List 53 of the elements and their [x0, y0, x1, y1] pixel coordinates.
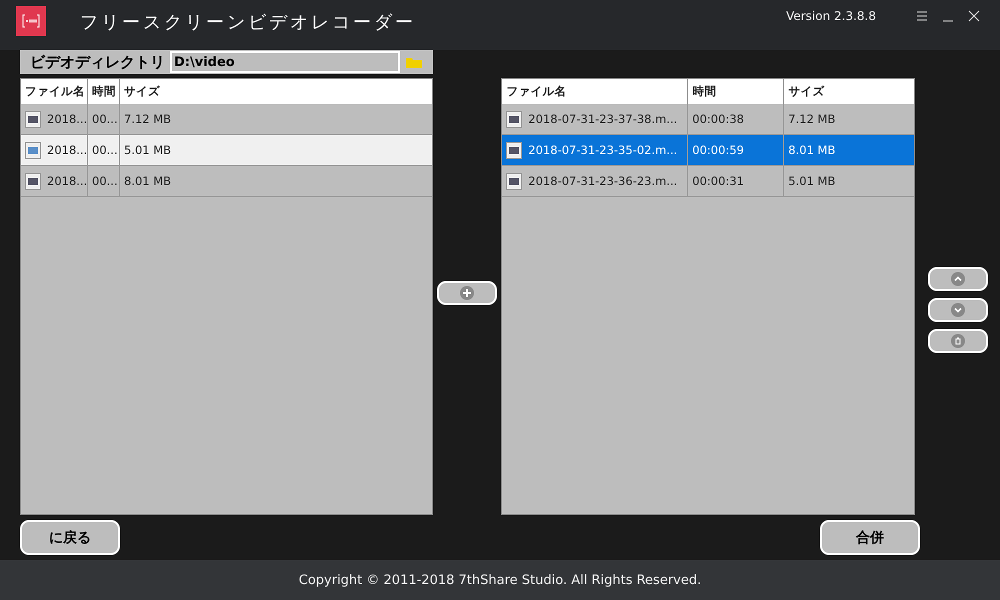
close-icon[interactable] — [968, 10, 980, 22]
chevron-up-icon — [950, 272, 965, 286]
duration: 00... — [88, 104, 120, 134]
column-header[interactable]: ファイル名 — [21, 79, 88, 104]
duration: 00... — [88, 166, 120, 196]
file-name: 2018... — [47, 112, 88, 126]
duration: 00:00:38 — [688, 104, 784, 134]
file-name: 2018... — [47, 143, 88, 157]
column-header[interactable]: サイズ — [120, 79, 432, 104]
move-up-button[interactable] — [928, 267, 988, 291]
file-size: 5.01 MB — [787, 173, 836, 190]
file-row[interactable]: 2018-07-31-23-36-23.m... 00:00:31 5.01 MB — [502, 166, 914, 197]
add-button[interactable] — [436, 280, 497, 304]
version-label: Version 2.3.8.8 — [786, 9, 876, 23]
trash-icon — [950, 334, 965, 348]
duration: 00:00:59 — [688, 135, 784, 165]
file-size: 8.01 MB — [787, 142, 836, 159]
chevron-down-icon — [950, 303, 965, 317]
file-size: 5.01 MB — [123, 142, 172, 159]
file-row[interactable]: 2018... 00... 5.01 MB — [21, 135, 432, 166]
column-header[interactable]: サイズ — [784, 79, 914, 104]
directory-field[interactable]: D:\video — [170, 51, 400, 73]
duration: 00:00:31 — [688, 166, 784, 196]
column-header[interactable]: 時間 — [88, 79, 120, 104]
delete-button[interactable] — [928, 329, 988, 353]
file-name: 2018-07-31-23-36-23.m... — [528, 174, 678, 188]
merge-button[interactable]: 合併 — [820, 520, 920, 555]
video-file-icon — [25, 110, 41, 128]
plus-icon — [460, 286, 474, 300]
video-file-icon — [25, 172, 41, 190]
menu-icon[interactable] — [916, 10, 928, 22]
file-name: 2018-07-31-23-37-38.m... — [528, 112, 678, 126]
rec-logo-icon — [16, 6, 46, 36]
video-file-icon — [506, 142, 522, 158]
video-file-icon — [506, 172, 522, 190]
column-header[interactable]: ファイル名 — [502, 79, 688, 104]
file-name: 2018... — [47, 174, 88, 188]
back-button[interactable]: に戻る — [20, 520, 120, 555]
file-row[interactable]: 2018... 00... 8.01 MB — [21, 166, 432, 197]
column-header[interactable]: 時間 — [688, 79, 784, 104]
file-name: 2018-07-31-23-35-02.m... — [528, 143, 678, 157]
folder-icon — [406, 56, 422, 68]
file-size: 7.12 MB — [123, 111, 172, 128]
video-file-icon — [25, 142, 41, 158]
video-file-icon — [506, 110, 522, 128]
directory-label: ビデオディレクトリ — [29, 52, 166, 72]
window-title: フリースクリーンビデオレコーダー — [80, 11, 416, 34]
file-size: 8.01 MB — [123, 173, 172, 190]
duration: 00... — [88, 135, 120, 165]
move-down-button[interactable] — [928, 298, 988, 322]
file-size: 7.12 MB — [787, 111, 836, 128]
file-row[interactable]: 2018-07-31-23-35-02.m... 00:00:59 8.01 MB — [502, 135, 914, 166]
copyright-text: Copyright © 2011-2018 7thShare Studio. All Rights Reserved. — [298, 572, 702, 588]
